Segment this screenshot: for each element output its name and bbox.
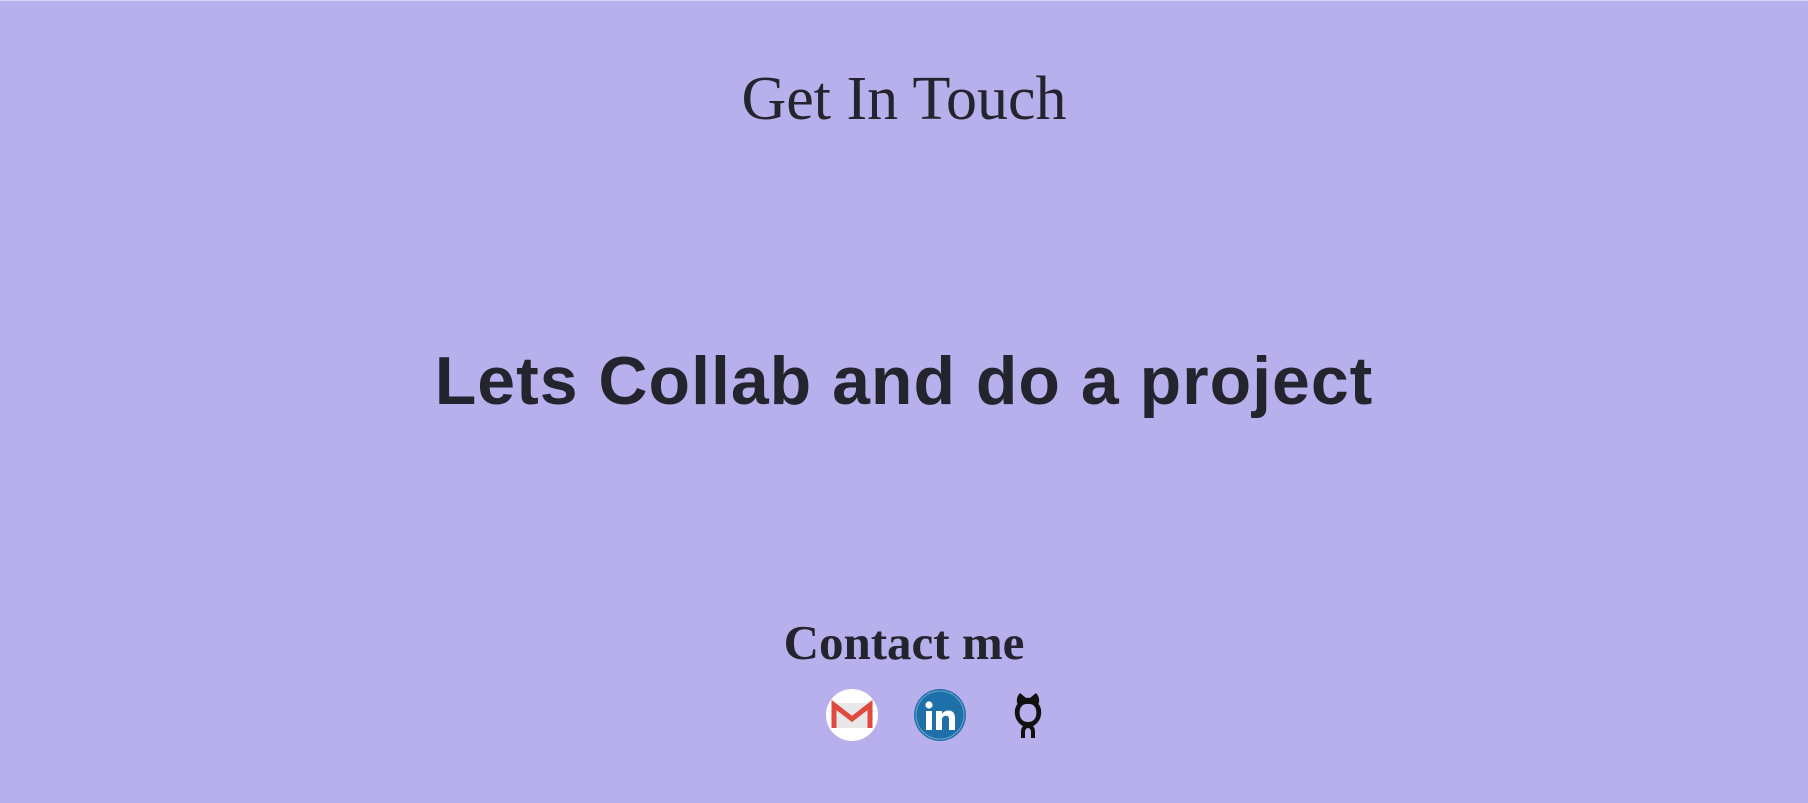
social-links — [826, 689, 1054, 741]
page-title: Get In Touch — [741, 65, 1067, 133]
collab-headline: Lets Collab and do a project — [434, 343, 1374, 419]
github-icon — [1014, 693, 1042, 738]
github-link[interactable] — [1002, 689, 1054, 741]
contact-heading: Contact me — [783, 615, 1025, 670]
linkedin-icon — [914, 689, 966, 741]
gmail-link[interactable] — [826, 689, 878, 741]
gmail-icon — [826, 689, 878, 741]
linkedin-link[interactable] — [914, 689, 966, 741]
